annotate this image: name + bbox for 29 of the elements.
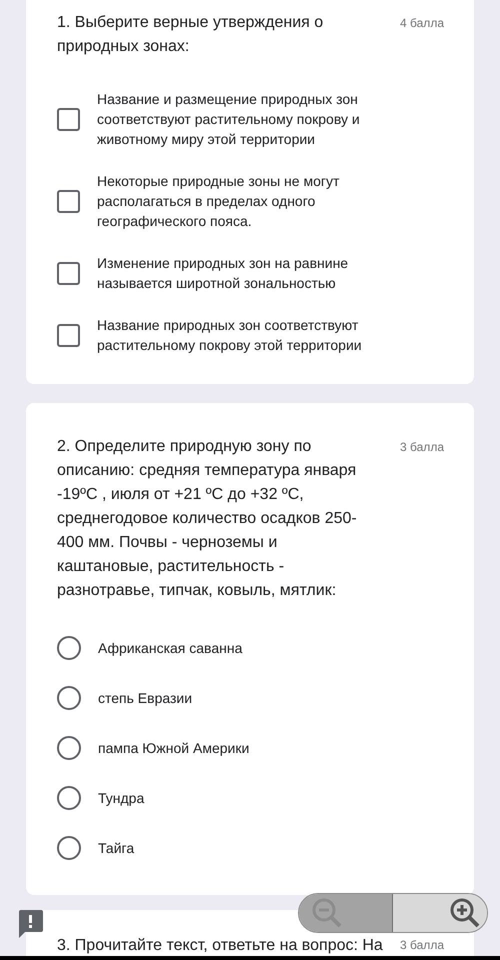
feedback-icon[interactable]	[17, 910, 43, 938]
radio-button[interactable]	[57, 836, 81, 860]
option-label: Тундра	[98, 789, 144, 808]
option-label: Африканская саванна	[98, 639, 242, 658]
radio-button[interactable]	[57, 636, 81, 660]
points-label: 3 балла	[400, 439, 444, 456]
checkbox[interactable]	[57, 262, 80, 284]
checkbox[interactable]	[57, 108, 80, 130]
zoom-out-icon	[311, 897, 343, 929]
question-title: 2. Определите природную зону по описанию: средняя температура января -19ºC , июля от +21 ºC до +32 ºC, среднегодовое количество осадков 250-400 мм. Почвы - черноземы и каштановые, растительность - разнотравье, типчак, ковыль, мятлик:	[57, 437, 358, 601]
zoom-in-button[interactable]	[393, 894, 487, 932]
checkbox[interactable]	[57, 190, 80, 212]
points-label: 3 балла	[400, 937, 444, 953]
option-label: Название и размещение природных зон соответствуют растительному покрову и животному миру этой территории	[97, 90, 361, 149]
option-label: Изменение природных зон на равнине называется широтной зональностью	[97, 254, 350, 293]
option-label: степь Евразии	[98, 689, 192, 708]
radio-button[interactable]	[57, 686, 81, 710]
option-label: Название природных зон соответствуют растительному покрову этой территории	[97, 316, 363, 355]
option-label: пампа Южной Америки	[98, 739, 250, 758]
points-label: 4 балла	[400, 15, 444, 32]
radio-button[interactable]	[57, 736, 81, 760]
option-label: Некоторые природные зоны не могут располагаться в пределах одного географического пояса.	[97, 172, 340, 231]
question-title: 3. Прочитайте текст, ответьте на вопрос: На	[57, 937, 383, 955]
question-title: 1. Выберите верные утверждения о природных зонах:	[57, 13, 324, 57]
option-label: Тайга	[98, 839, 134, 858]
zoom-in-icon	[449, 897, 481, 929]
zoom-out-button[interactable]	[299, 894, 393, 932]
checkbox[interactable]	[57, 324, 80, 346]
radio-button[interactable]	[57, 786, 81, 810]
